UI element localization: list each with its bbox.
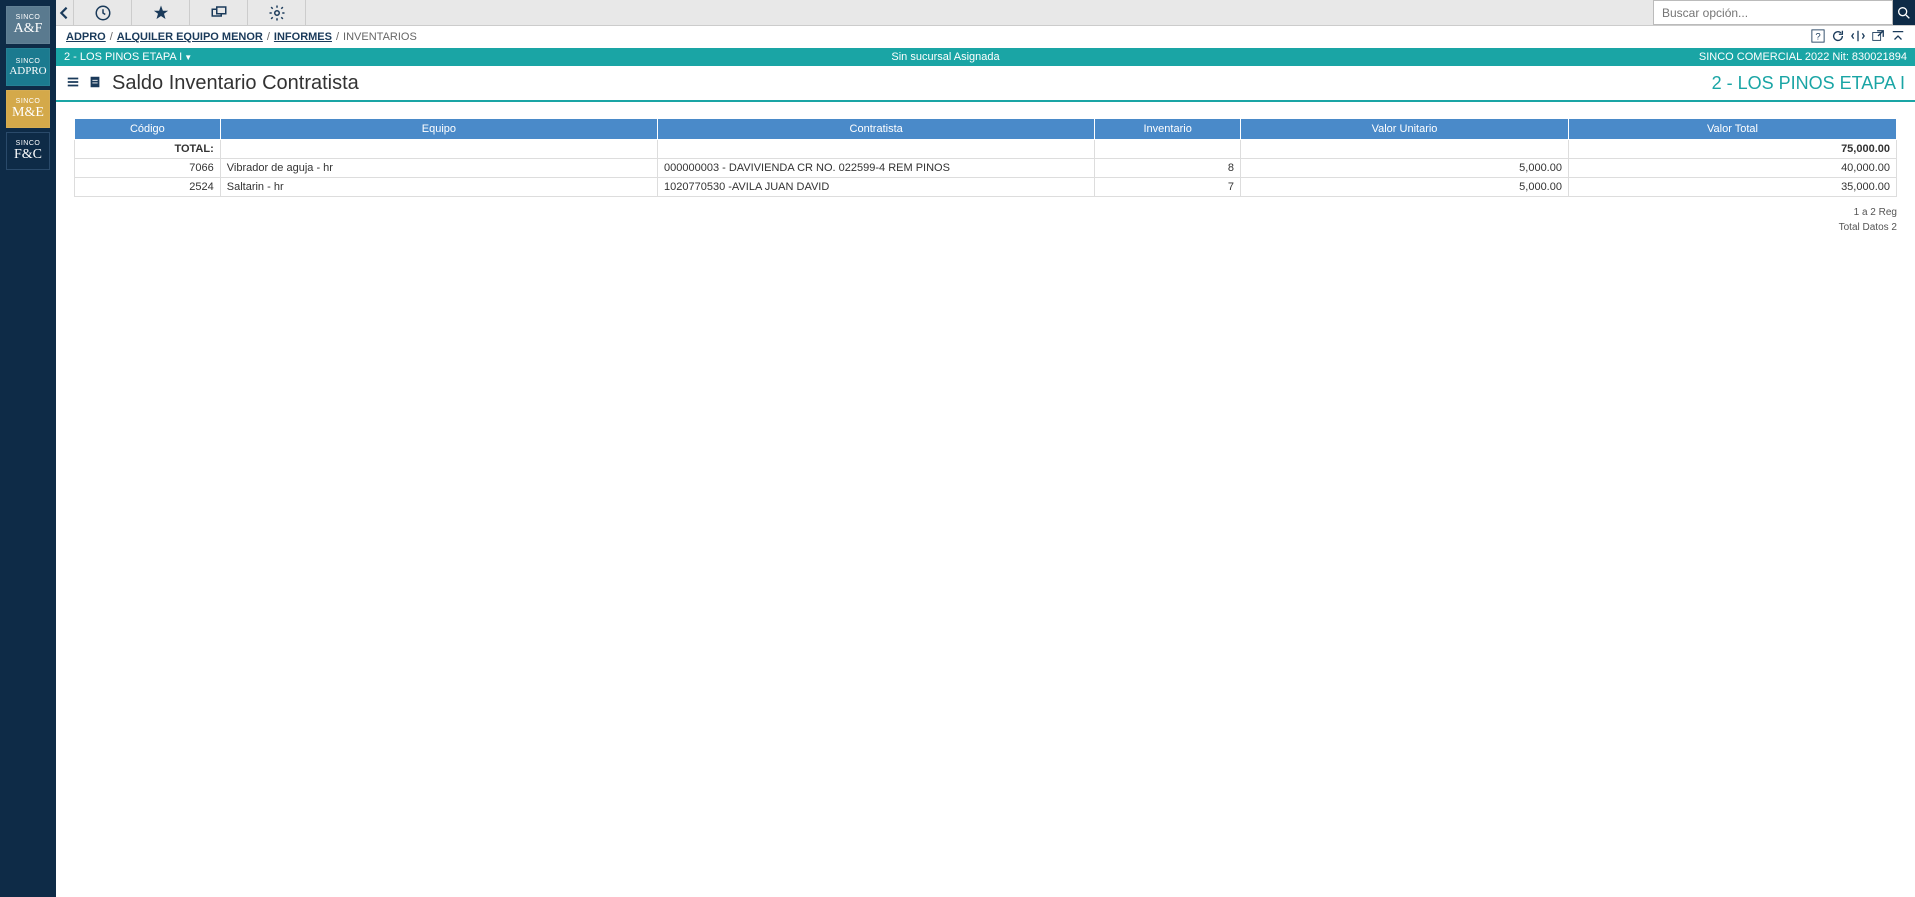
popout-button[interactable] <box>1871 29 1885 46</box>
breadcrumb-current: INVENTARIOS <box>343 31 417 43</box>
document-icon <box>88 75 102 89</box>
cell-valor-total: 40,000.00 <box>1568 159 1896 178</box>
help-icon: ? <box>1811 29 1825 43</box>
popout-icon <box>1871 29 1885 43</box>
tile-small: SINCO <box>16 58 41 65</box>
chevron-left-icon <box>56 4 73 22</box>
cell-contratista: 1020770530 -AVILA JUAN DAVID <box>658 178 1095 197</box>
sidebar-tile-adpro[interactable]: SINCO ADPRO <box>6 48 50 86</box>
tile-big: ADPRO <box>9 65 46 77</box>
favorites-button[interactable] <box>132 0 190 25</box>
svg-text:?: ? <box>1815 31 1820 42</box>
th-valor-unitario[interactable]: Valor Unitario <box>1241 119 1569 140</box>
cell-equipo: Vibrador de aguja - hr <box>220 159 657 178</box>
star-icon <box>152 4 170 22</box>
sidebar-tile-af[interactable]: SINCO A&F <box>6 6 50 44</box>
history-button[interactable] <box>74 0 132 25</box>
cell-valor-unit: 5,000.00 <box>1241 178 1569 197</box>
sidebar-tile-fc[interactable]: SINCO F&C <box>6 132 50 170</box>
top-toolbar <box>56 0 1915 26</box>
cell-inventario: 7 <box>1095 178 1241 197</box>
breadcrumb: ADPRO / ALQUILER EQUIPO MENOR / INFORMES… <box>56 26 1915 48</box>
tile-big: F&C <box>14 147 42 163</box>
cell-equipo: Saltarin - hr <box>220 178 657 197</box>
collapse-up-icon <box>1891 29 1905 43</box>
settings-button[interactable] <box>248 0 306 25</box>
clock-icon <box>94 4 112 22</box>
split-icon <box>1851 29 1865 43</box>
page-subtitle: 2 - LOS PINOS ETAPA I <box>1712 73 1905 94</box>
cell-valor-total: 35,000.00 <box>1568 178 1896 197</box>
th-inventario[interactable]: Inventario <box>1095 119 1241 140</box>
page-title: Saldo Inventario Contratista <box>112 72 1712 95</box>
refresh-button[interactable] <box>1831 29 1845 46</box>
pagination-info: 1 a 2 Reg <box>56 205 1897 220</box>
total-row: TOTAL: 75,000.00 <box>75 140 1897 159</box>
tile-small: SINCO <box>16 98 41 105</box>
project-selector[interactable]: 2 - LOS PINOS ETAPA I▼ <box>64 51 192 63</box>
search-button[interactable] <box>1893 0 1915 25</box>
gear-icon <box>268 4 286 22</box>
th-equipo[interactable]: Equipo <box>220 119 657 140</box>
cell-contratista: 000000003 - DAVIVIENDA CR NO. 022599-4 R… <box>658 159 1095 178</box>
inventory-table: Código Equipo Contratista Inventario Val… <box>74 118 1897 197</box>
cell-codigo: 2524 <box>75 178 221 197</box>
search-icon <box>1896 5 1912 21</box>
refresh-icon <box>1831 29 1845 43</box>
th-contratista[interactable]: Contratista <box>658 119 1095 140</box>
cell-inventario: 8 <box>1095 159 1241 178</box>
tile-small: SINCO <box>16 140 41 147</box>
info-bar: 2 - LOS PINOS ETAPA I▼ Sin sucursal Asig… <box>56 48 1915 66</box>
chevron-down-icon: ▼ <box>184 53 192 62</box>
breadcrumb-link[interactable]: ALQUILER EQUIPO MENOR <box>117 31 263 43</box>
breadcrumb-link[interactable]: INFORMES <box>274 31 332 43</box>
th-valor-total[interactable]: Valor Total <box>1568 119 1896 140</box>
branch-label: Sin sucursal Asignada <box>192 51 1699 63</box>
tile-small: SINCO <box>16 14 41 21</box>
help-button[interactable]: ? <box>1811 29 1825 46</box>
cell-valor-unit: 5,000.00 <box>1241 159 1569 178</box>
sidebar-tile-me[interactable]: SINCO M&E <box>6 90 50 128</box>
total-label: TOTAL: <box>75 140 221 159</box>
company-label: SINCO COMERCIAL 2022 Nit: 830021894 <box>1699 51 1907 63</box>
left-sidebar: SINCO A&F SINCO ADPRO SINCO M&E SINCO F&… <box>0 0 56 897</box>
table-row[interactable]: 7066 Vibrador de aguja - hr 000000003 - … <box>75 159 1897 178</box>
table-row[interactable]: 2524 Saltarin - hr 1020770530 -AVILA JUA… <box>75 178 1897 197</box>
windows-button[interactable] <box>190 0 248 25</box>
search-input[interactable] <box>1653 0 1893 25</box>
table-footer: 1 a 2 Reg Total Datos 2 <box>56 201 1915 235</box>
export-button[interactable] <box>88 75 102 92</box>
page-title-row: Saldo Inventario Contratista 2 - LOS PIN… <box>56 66 1915 102</box>
tile-big: A&F <box>14 21 43 37</box>
menu-button[interactable] <box>66 75 80 92</box>
menu-icon <box>66 75 80 89</box>
collapse-up-button[interactable] <box>1891 29 1905 46</box>
total-value: 75,000.00 <box>1568 140 1896 159</box>
tile-big: M&E <box>12 105 44 121</box>
windows-icon <box>210 4 228 22</box>
search-box <box>1653 0 1915 25</box>
th-codigo[interactable]: Código <box>75 119 221 140</box>
breadcrumb-link[interactable]: ADPRO <box>66 31 106 43</box>
total-count: Total Datos 2 <box>56 220 1897 235</box>
collapse-button[interactable] <box>56 0 74 25</box>
split-button[interactable] <box>1851 29 1865 46</box>
cell-codigo: 7066 <box>75 159 221 178</box>
